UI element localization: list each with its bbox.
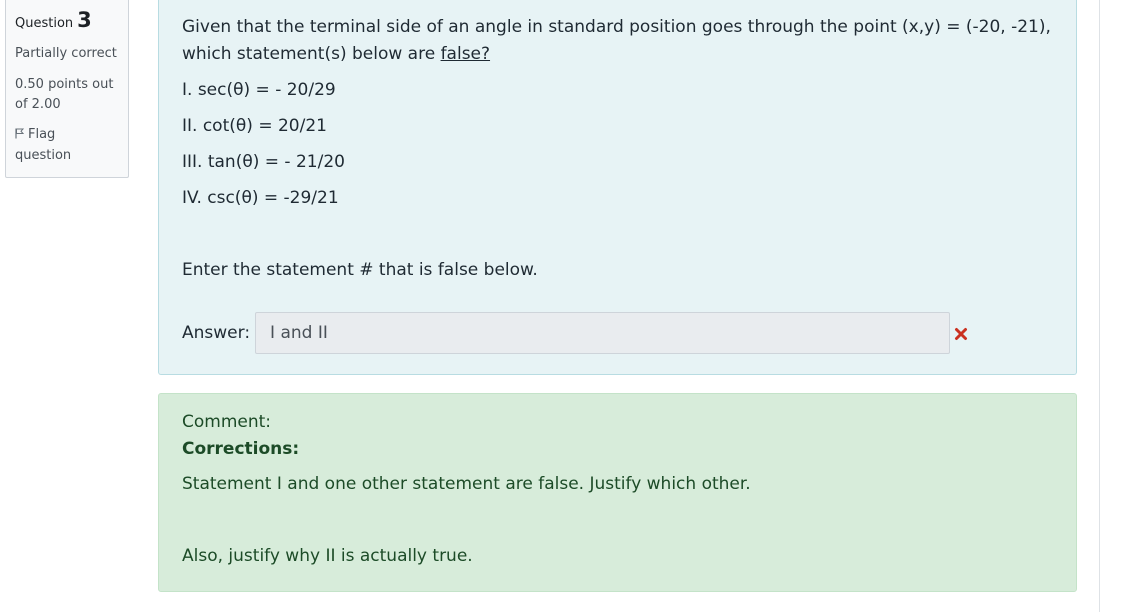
statement-3: III. tan(θ) = - 21/20	[182, 152, 345, 172]
answer-instruction: Enter the statement # that is false belo…	[182, 260, 538, 280]
feedback-line-1: Statement I and one other statement are …	[182, 474, 751, 494]
question-text: Given that the terminal side of an angle…	[182, 14, 1053, 68]
question-state: Partially correct	[15, 46, 117, 61]
question-info-panel: Question 3 Partially correct 0.50 points…	[5, 0, 129, 178]
flag-label-line-2[interactable]: question	[15, 145, 119, 166]
statement-4: IV. csc(θ) = -29/21	[182, 188, 339, 208]
answer-row: Answer: I and II	[182, 312, 968, 354]
question-grade: 0.50 points out of 2.00	[15, 75, 119, 115]
feedback-panel: Comment: Corrections: Statement I and on…	[158, 393, 1077, 592]
corrections-heading: Corrections:	[182, 439, 300, 459]
incorrect-x-icon	[954, 326, 968, 340]
statement-2: II. cot(θ) = 20/21	[182, 116, 327, 136]
question-number-value: 3	[77, 8, 92, 32]
flag-question-link[interactable]: Flag question	[15, 124, 119, 166]
page-right-divider	[1099, 0, 1100, 612]
comment-label: Comment:	[182, 412, 272, 432]
grade-line-2: of 2.00	[15, 97, 61, 112]
question-number: Question 3	[15, 8, 119, 34]
flag-label-line-1[interactable]: Flag	[28, 127, 55, 142]
feedback-line-2: Also, justify why II is actually true.	[182, 546, 473, 566]
statement-1: I. sec(θ) = - 20/29	[182, 80, 336, 100]
grade-line-1: 0.50 points out	[15, 77, 114, 92]
flag-icon[interactable]	[15, 125, 25, 139]
answer-input[interactable]: I and II	[255, 312, 951, 354]
answer-label: Answer:	[182, 323, 251, 343]
question-text-main: Given that the terminal side of an angle…	[182, 17, 1051, 64]
question-content: Given that the terminal side of an angle…	[158, 0, 1077, 375]
question-text-underlined: false?	[440, 44, 491, 64]
question-label: Question	[15, 16, 74, 31]
